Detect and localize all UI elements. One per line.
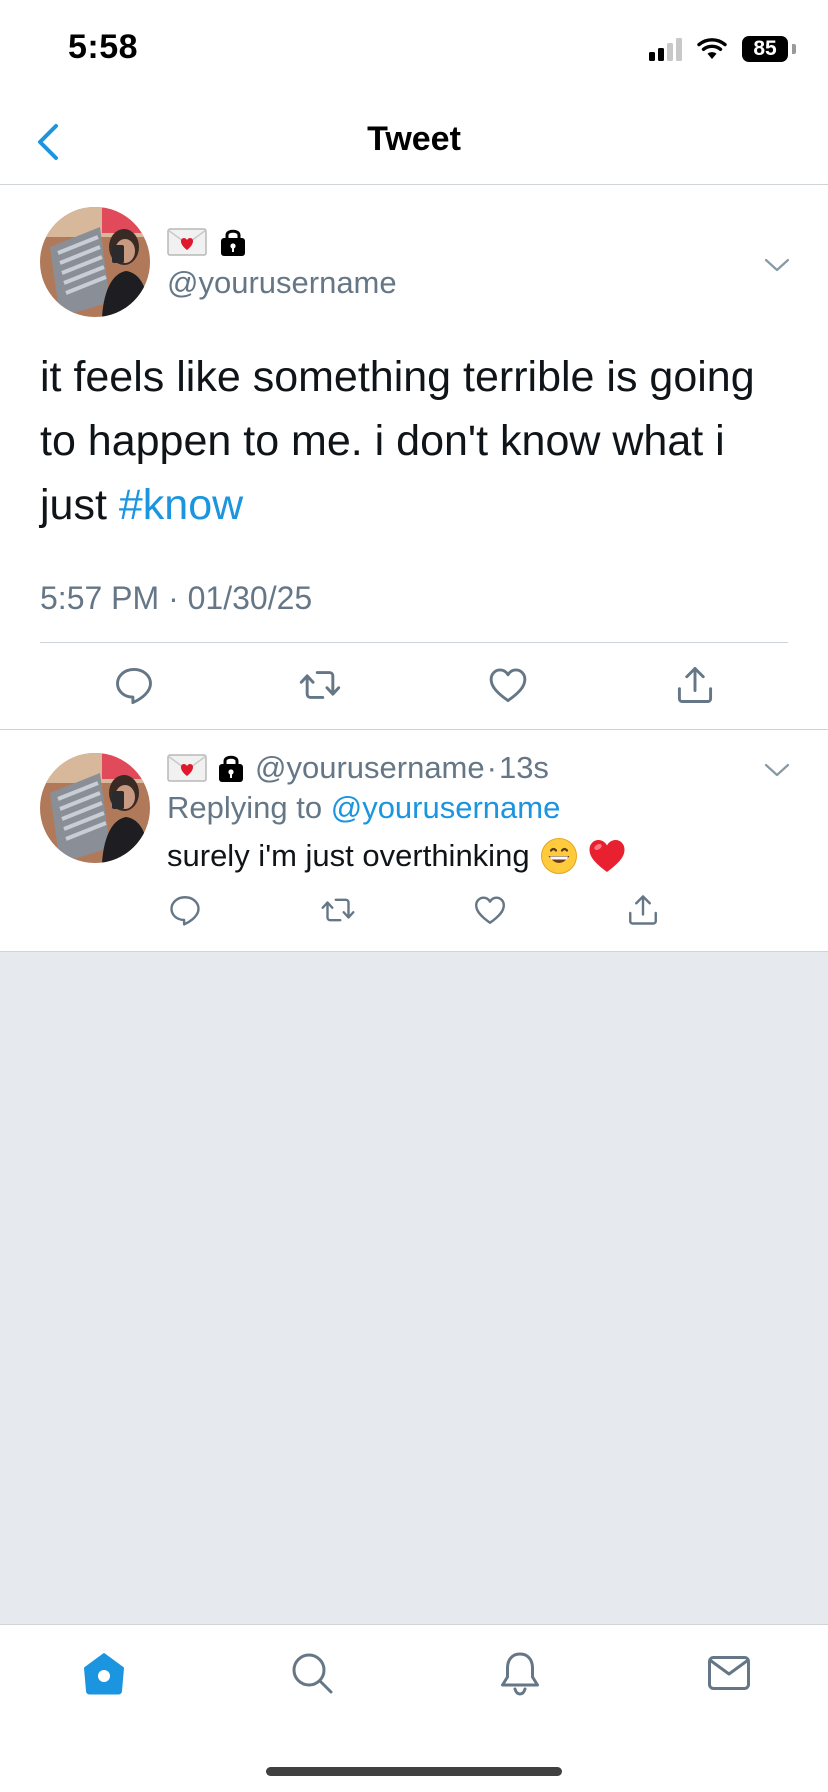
tab-notifications[interactable] [496,1649,544,1697]
divider [40,642,788,643]
tweet-options-button[interactable] [762,760,792,780]
share-button[interactable] [673,663,717,707]
like-button[interactable] [486,663,530,707]
page-title: Tweet [367,120,461,158]
like-button[interactable] [472,892,508,928]
tab-home[interactable] [80,1649,128,1697]
tab-bar [0,1624,828,1792]
cellular-signal-icon [649,37,682,61]
hashtag-link[interactable]: #know [119,481,243,529]
home-indicator [266,1767,562,1776]
notifications-icon [501,1652,539,1696]
mention-link[interactable]: @yourusername [331,790,561,825]
user-handle[interactable]: @yourusername [255,750,485,786]
chevron-down-icon [764,258,790,272]
search-icon [292,1653,333,1694]
main-tweet: @yourusername it feels like something te… [0,185,828,730]
envelope-heart-icon [167,754,207,782]
tweet-timestamp: 5:57 PM · 01/30/25 [40,580,313,616]
nav-header: Tweet [0,100,828,185]
like-icon [472,892,508,928]
empty-timeline-area [0,952,828,1624]
status-indicators: 85 [649,34,796,64]
avatar[interactable] [40,207,150,317]
replying-to: Replying to @yourusername [167,790,560,826]
battery-icon: 85 [742,36,788,62]
reply-header: @yourusername · 13s [167,750,549,786]
separator: · [486,750,497,785]
reply-icon [112,663,156,707]
share-icon [625,892,661,928]
lock-icon [217,753,245,783]
reply-button[interactable] [167,892,203,928]
status-time: 5:58 [68,28,139,66]
tweet-actions [0,663,828,713]
red-heart-emoji [589,840,625,872]
envelope-heart-icon [167,228,207,256]
tweet-text: it feels like something terrible is goin… [40,345,790,537]
tweet-options-button[interactable] [762,255,792,275]
retweet-button[interactable] [320,892,356,928]
retweet-icon [320,892,356,928]
like-icon [486,663,530,707]
tab-messages[interactable] [705,1649,753,1697]
reply-text: surely i'm just overthinking [167,837,626,875]
reply-button[interactable] [112,663,156,707]
grinning-face-emoji [540,838,577,874]
reply-tweet[interactable]: @yourusername · 13s Replying to @yourusern… [0,730,828,952]
status-bar: 5:58 85 [0,0,828,100]
reply-actions [0,892,828,932]
share-icon [673,663,717,707]
messages-icon [708,1656,750,1690]
retweet-icon [298,663,342,707]
lock-icon [219,227,247,257]
battery-level: 85 [753,37,777,60]
share-button[interactable] [625,892,661,928]
replying-label: Replying to [167,790,323,825]
time-ago: 13s [498,750,549,785]
avatar[interactable] [40,753,150,863]
tab-search[interactable] [288,1649,336,1697]
display-name-badges [167,227,247,257]
reply-body: surely i'm just overthinking [167,838,530,873]
battery-nub [792,44,796,54]
user-handle[interactable]: @yourusername [167,265,397,301]
retweet-button[interactable] [298,663,342,707]
wifi-icon [697,38,727,59]
home-icon [84,1653,124,1695]
reply-icon [167,892,203,928]
chevron-down-icon [764,763,790,777]
